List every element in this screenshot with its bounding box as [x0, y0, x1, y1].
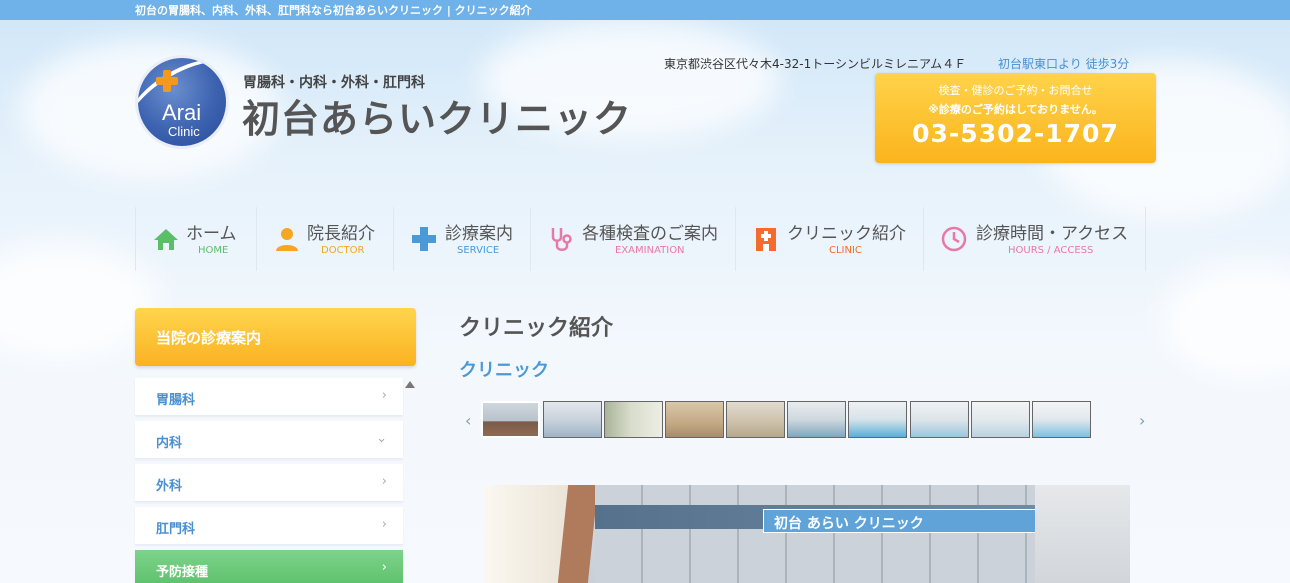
- top-bar: 初台の胃腸科、内科、外科、肛門科なら初台あらいクリニック | クリニック紹介: [0, 0, 1290, 20]
- home-icon: [154, 229, 178, 250]
- thumbnail-endoscopy-room[interactable]: [1032, 401, 1091, 438]
- nav-label: 各種検査のご案内: [582, 224, 718, 244]
- nav-home[interactable]: ホーム HOME: [135, 207, 256, 271]
- nav-sublabel: HOURS / ACCESS: [1008, 245, 1094, 256]
- thumbnail-building[interactable]: [481, 401, 540, 438]
- hospital-icon: [756, 228, 776, 251]
- nav-label: 診療時間・アクセス: [976, 224, 1129, 244]
- sidebar-item-internal[interactable]: 内科 ⌄: [135, 421, 403, 459]
- nav-label: クリニック紹介: [787, 224, 906, 244]
- thumbnail-equipment[interactable]: [971, 401, 1030, 438]
- contact-label: 検査・健診のご予約・お問合せ: [938, 84, 1093, 97]
- sidebar-item-gastro[interactable]: 胃腸科 ›: [135, 378, 403, 416]
- contact-box[interactable]: 検査・健診のご予約・お問合せ ※診療のご予約はしておりません。 03-5302-…: [875, 73, 1156, 163]
- nav-label: 診療案内: [445, 224, 513, 244]
- main-nav: ホーム HOME 院長紹介 DOCTOR 診療案内 SERVICE 各種検査のご…: [135, 207, 1146, 271]
- nav-sublabel: CLINIC: [829, 245, 862, 256]
- sidebar-item-label: 胃腸科: [156, 393, 196, 408]
- carousel-next-icon[interactable]: ›: [1139, 411, 1145, 430]
- nav-clinic[interactable]: クリニック紹介 CLINIC: [735, 207, 923, 271]
- nav-hours-access[interactable]: 診療時間・アクセス HOURS / ACCESS: [923, 207, 1146, 271]
- top-bar-text: 初台の胃腸科、内科、外科、肛門科なら初台あらいクリニック | クリニック紹介: [135, 4, 532, 17]
- carousel-prev-icon[interactable]: ‹: [465, 411, 471, 430]
- photo-side-wall: [1035, 485, 1130, 583]
- sidebar-heading-text: 当院の診療案内: [156, 329, 262, 347]
- chevron-down-icon: ⌄: [376, 431, 387, 446]
- clock-icon: [941, 226, 967, 252]
- medical-cross-icon: [412, 227, 436, 251]
- phone-number[interactable]: 03-5302-1707: [875, 119, 1156, 148]
- chevron-right-icon: ›: [381, 388, 387, 403]
- clinic-logo[interactable]: Arai Clinic: [135, 55, 229, 149]
- thumbnail-waiting-room[interactable]: [726, 401, 785, 438]
- page-title: クリニック紹介: [459, 316, 614, 341]
- thumbnail-exterior[interactable]: [543, 401, 602, 438]
- thumbnail-exam-bed[interactable]: [848, 401, 907, 438]
- contact-note: ※診療のご予約はしておりません。: [928, 103, 1103, 116]
- sidebar-item-proctology[interactable]: 肛門科 ›: [135, 507, 403, 545]
- sidebar-item-label: 予防接種: [156, 565, 209, 580]
- sidebar-heading: 当院の診療案内: [135, 308, 416, 366]
- nav-sublabel: EXAMINATION: [615, 245, 685, 256]
- logo-text-clinic: Clinic: [168, 124, 200, 139]
- chevron-right-icon: ›: [381, 560, 387, 575]
- nav-sublabel: HOME: [198, 245, 229, 256]
- nav-examination[interactable]: 各種検査のご案内 EXAMINATION: [530, 207, 735, 271]
- clinic-building-photo: 初台 あらい クリニック: [483, 485, 1130, 583]
- cloud-decoration: [1160, 260, 1290, 380]
- nav-sublabel: DOCTOR: [321, 245, 365, 256]
- chevron-right-icon: ›: [381, 517, 387, 532]
- thumbnail-entrance[interactable]: [604, 401, 663, 438]
- sidebar-item-label: 外科: [156, 479, 183, 494]
- nav-doctor[interactable]: 院長紹介 DOCTOR: [256, 207, 393, 271]
- nav-sublabel: SERVICE: [457, 245, 500, 256]
- sidebar-item-label: 内科: [156, 436, 183, 451]
- logo-cross-icon: [156, 70, 178, 92]
- sidebar-item-vaccination[interactable]: 予防接種 ›: [135, 550, 403, 583]
- sidebar-item-surgery[interactable]: 外科 ›: [135, 464, 403, 502]
- nav-label: 院長紹介: [307, 224, 375, 244]
- thumbnail-treatment-room[interactable]: [910, 401, 969, 438]
- chevron-right-icon: ›: [381, 474, 387, 489]
- clinic-address: 東京都渋谷区代々木4-32-1トーシンビルミレニアム４Ｆ: [664, 57, 967, 71]
- section-title: クリニック: [459, 360, 549, 381]
- nav-label: ホーム: [186, 224, 237, 244]
- sidebar-item-label: 肛門科: [156, 522, 196, 537]
- clinic-name[interactable]: 初台あらいクリニック: [242, 88, 632, 143]
- nav-service[interactable]: 診療案内 SERVICE: [393, 207, 530, 271]
- stethoscope-icon: [551, 228, 572, 251]
- scroll-up-arrow-icon[interactable]: [405, 381, 415, 388]
- station-access[interactable]: 初台駅東口より 徒歩3分: [998, 55, 1129, 72]
- photo-sign: 初台 あらい クリニック: [763, 509, 1038, 533]
- photo-facade: [595, 485, 1035, 583]
- photo-sign-text: 初台 あらい クリニック: [774, 516, 924, 532]
- logo-text-arai: Arai: [162, 100, 202, 125]
- person-icon: [276, 228, 298, 251]
- thumbnail-reception[interactable]: [665, 401, 724, 438]
- thumbnail-consultation[interactable]: [787, 401, 846, 438]
